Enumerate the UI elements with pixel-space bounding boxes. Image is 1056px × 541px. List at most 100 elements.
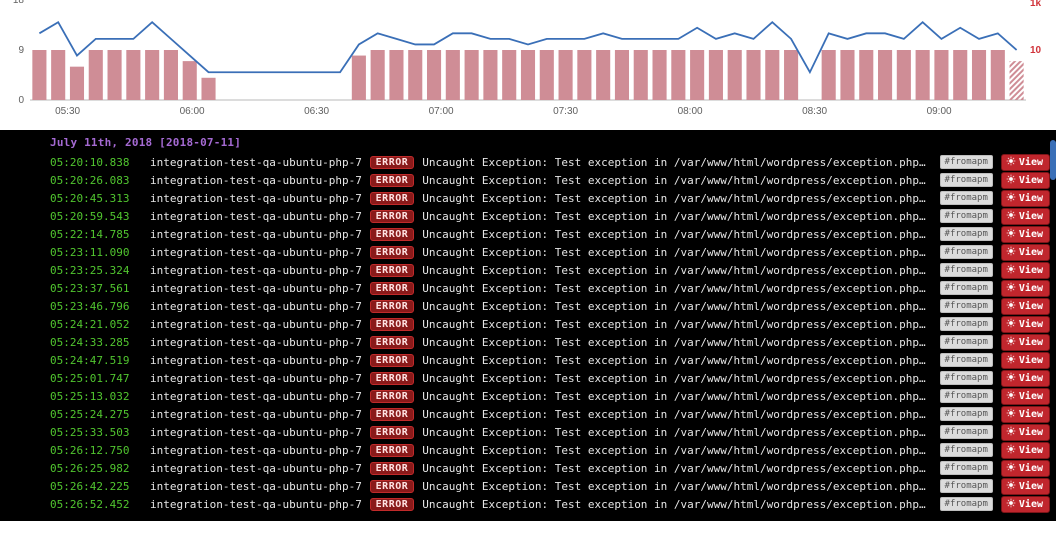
log-row[interactable]: 05:24:33.285integration-test-qa-ubuntu-p… [0,333,1056,351]
view-button[interactable]: View [1001,496,1050,513]
log-row[interactable]: 05:25:01.747integration-test-qa-ubuntu-p… [0,369,1056,387]
log-timestamp: 05:26:52.452 [50,498,142,511]
log-tag[interactable]: #fromapm [940,443,993,457]
log-service: integration-test-qa-ubuntu-php-7 [150,498,362,511]
bug-icon [1006,390,1016,403]
log-tag[interactable]: #fromapm [940,371,993,385]
view-button[interactable]: View [1001,154,1050,171]
timeseries-chart[interactable]: 0918101k05:3006:0006:3007:0007:3008:0008… [0,0,1056,130]
view-button[interactable]: View [1001,262,1050,279]
view-button[interactable]: View [1001,442,1050,459]
log-service: integration-test-qa-ubuntu-php-7 [150,354,362,367]
log-row[interactable]: 05:23:25.324integration-test-qa-ubuntu-p… [0,261,1056,279]
view-button[interactable]: View [1001,388,1050,405]
log-tag[interactable]: #fromapm [940,263,993,277]
log-tag[interactable]: #fromapm [940,173,993,187]
log-level-badge: ERROR [370,210,415,223]
log-tag[interactable]: #fromapm [940,497,993,511]
log-row[interactable]: 05:20:10.838integration-test-qa-ubuntu-p… [0,153,1056,171]
log-row[interactable]: 05:23:37.561integration-test-qa-ubuntu-p… [0,279,1056,297]
view-button[interactable]: View [1001,460,1050,477]
bug-icon [1006,408,1016,421]
log-timestamp: 05:20:45.313 [50,192,142,205]
log-tag[interactable]: #fromapm [940,389,993,403]
log-message: Uncaught Exception: Test exception in /v… [422,444,931,457]
log-tag[interactable]: #fromapm [940,353,993,367]
view-button[interactable]: View [1001,208,1050,225]
log-tag[interactable]: #fromapm [940,155,993,169]
view-button[interactable]: View [1001,298,1050,315]
svg-text:09:00: 09:00 [927,106,952,117]
log-message: Uncaught Exception: Test exception in /v… [422,174,931,187]
log-tag[interactable]: #fromapm [940,479,993,493]
log-row[interactable]: 05:26:52.452 integration-test-qa-ubuntu-p… [0,495,1056,513]
log-timestamp: 05:23:46.796 [50,300,142,313]
view-button[interactable]: View [1001,370,1050,387]
bug-icon [1006,210,1016,223]
view-button[interactable]: View [1001,424,1050,441]
log-tag[interactable]: #fromapm [940,191,993,205]
log-message: Uncaught Exception: Test exception in /v… [422,372,931,385]
log-service: integration-test-qa-ubuntu-php-7 [150,228,362,241]
log-tag[interactable]: #fromapm [940,407,993,421]
log-tag[interactable]: #fromapm [940,317,993,331]
log-message: Uncaught Exception: Test exception in /v… [422,210,931,223]
log-tag[interactable]: #fromapm [940,281,993,295]
view-button-label: View [1019,229,1043,240]
log-row[interactable]: 05:24:21.052integration-test-qa-ubuntu-p… [0,315,1056,333]
log-level-badge: ERROR [370,156,415,169]
log-row[interactable]: 05:23:46.796integration-test-qa-ubuntu-p… [0,297,1056,315]
scrollbar-thumb[interactable] [1050,140,1056,180]
view-button-label: View [1019,247,1043,258]
view-button[interactable]: View [1001,280,1050,297]
bug-icon [1006,246,1016,259]
log-timestamp: 05:25:01.747 [50,372,142,385]
log-tag[interactable]: #fromapm [940,245,993,259]
log-row[interactable]: 05:25:33.503integration-test-qa-ubuntu-p… [0,423,1056,441]
log-tag[interactable]: #fromapm [940,335,993,349]
log-row[interactable]: 05:22:14.785integration-test-qa-ubuntu-p… [0,225,1056,243]
log-level-badge: ERROR [370,462,415,475]
log-service: integration-test-qa-ubuntu-php-7 [150,264,362,277]
log-service: integration-test-qa-ubuntu-php-7 [150,156,362,169]
log-message: Uncaught Exception: Test exception in /v… [422,390,931,403]
bug-icon [1006,156,1016,169]
log-tag[interactable]: #fromapm [940,425,993,439]
bug-icon [1006,174,1016,187]
view-button[interactable]: View [1001,244,1050,261]
log-row[interactable]: 05:26:25.982integration-test-qa-ubuntu-p… [0,459,1056,477]
log-row[interactable]: 05:20:26.083integration-test-qa-ubuntu-p… [0,171,1056,189]
log-tag[interactable]: #fromapm [940,209,993,223]
log-row[interactable]: 05:25:24.275integration-test-qa-ubuntu-p… [0,405,1056,423]
view-button[interactable]: View [1001,172,1050,189]
log-service: integration-test-qa-ubuntu-php-7 [150,318,362,331]
svg-text:07:00: 07:00 [429,106,454,117]
log-timestamp: 05:23:37.561 [50,282,142,295]
log-row[interactable]: 05:20:45.313integration-test-qa-ubuntu-p… [0,189,1056,207]
view-button[interactable]: View [1001,352,1050,369]
log-row[interactable]: 05:20:59.543integration-test-qa-ubuntu-p… [0,207,1056,225]
log-service: integration-test-qa-ubuntu-php-7 [150,390,362,403]
log-row[interactable]: 05:23:11.090integration-test-qa-ubuntu-p… [0,243,1056,261]
log-service: integration-test-qa-ubuntu-php-7 [150,174,362,187]
log-tag[interactable]: #fromapm [940,461,993,475]
log-level-badge: ERROR [370,390,415,403]
log-timestamp: 05:25:13.032 [50,390,142,403]
view-button[interactable]: View [1001,406,1050,423]
log-message: Uncaught Exception: Test exception in /v… [422,462,931,475]
log-tag[interactable]: #fromapm [940,227,993,241]
view-button[interactable]: View [1001,316,1050,333]
log-row[interactable]: 05:26:12.750integration-test-qa-ubuntu-p… [0,441,1056,459]
log-level-badge: ERROR [370,192,415,205]
view-button[interactable]: View [1001,478,1050,495]
log-tag[interactable]: #fromapm [940,299,993,313]
log-row[interactable]: 05:26:42.225integration-test-qa-ubuntu-p… [0,477,1056,495]
log-service: integration-test-qa-ubuntu-php-7 [150,246,362,259]
log-level-badge: ERROR [370,174,415,187]
view-button[interactable]: View [1001,226,1050,243]
bug-icon [1006,498,1016,511]
view-button[interactable]: View [1001,334,1050,351]
log-row[interactable]: 05:24:47.519integration-test-qa-ubuntu-p… [0,351,1056,369]
view-button[interactable]: View [1001,190,1050,207]
log-row[interactable]: 05:25:13.032 integration-test-qa-ubuntu-p… [0,387,1056,405]
